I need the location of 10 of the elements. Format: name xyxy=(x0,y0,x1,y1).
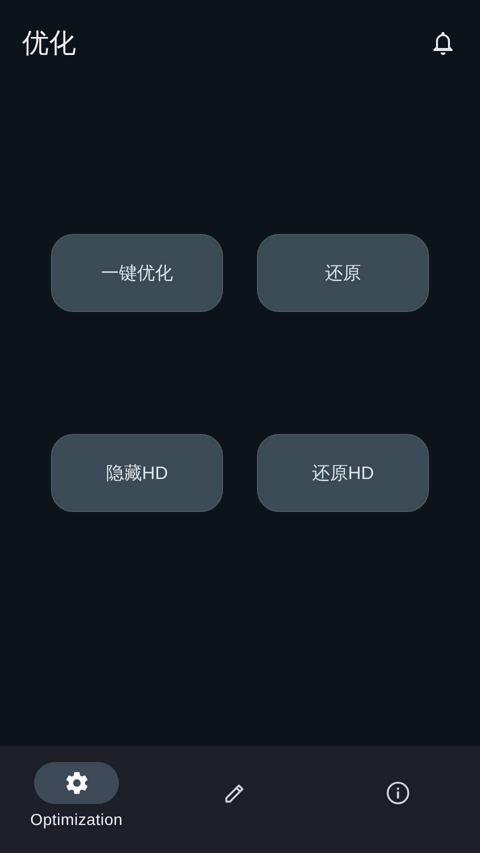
settings-icon xyxy=(64,770,90,796)
info-icon xyxy=(385,780,411,806)
page-title: 优化 xyxy=(22,26,76,60)
action-button[interactable]: 还原 xyxy=(257,234,429,312)
action-button[interactable]: 一键优化 xyxy=(51,234,223,312)
nav-item-active[interactable] xyxy=(34,762,119,804)
nav-label: Optimization xyxy=(30,812,123,830)
bell-icon[interactable] xyxy=(431,30,455,56)
action-button[interactable]: 隐藏HD xyxy=(51,434,223,512)
action-button[interactable]: 还原HD xyxy=(257,434,429,512)
